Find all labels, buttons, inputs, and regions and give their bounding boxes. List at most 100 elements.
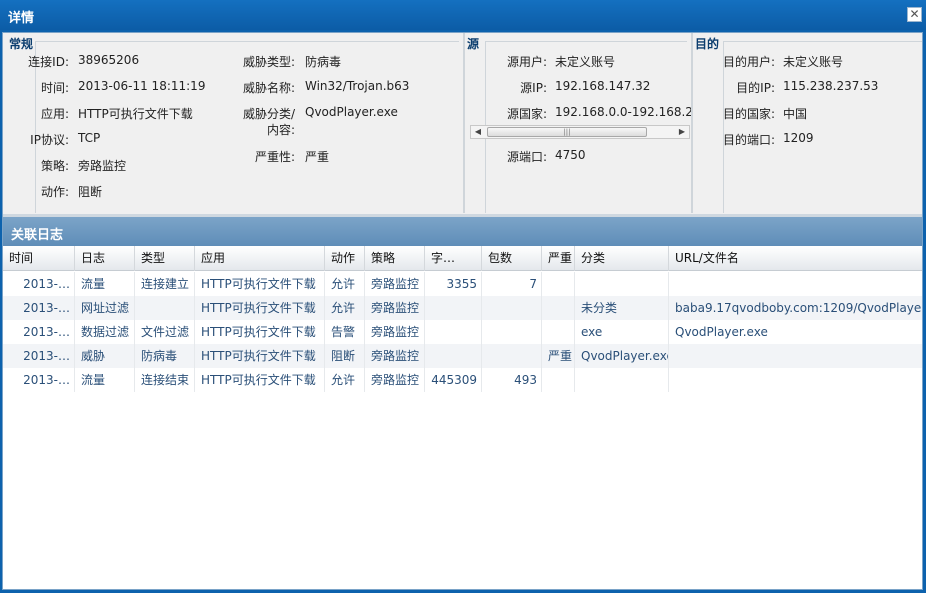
cell-type: 连接结束 xyxy=(135,368,195,392)
cell-bytes xyxy=(425,344,482,368)
field-value: 38965206 xyxy=(78,53,140,67)
field-value: HTTP可执行文件下载 xyxy=(78,107,193,121)
close-icon[interactable]: ✕ xyxy=(907,7,922,22)
cell-time: 2013-… xyxy=(3,296,75,320)
cell-time: 2013-… xyxy=(3,344,75,368)
cell-application: HTTP可执行文件下载 xyxy=(195,344,325,368)
cell-time: 2013-… xyxy=(3,320,75,344)
cell-bytes xyxy=(425,320,482,344)
field-label-line2: 内容: xyxy=(266,123,295,137)
content-area: 常规 连接ID: 38965206 时间: 2013-06-11 18:11:1… xyxy=(2,32,923,590)
cell-log: 流量 xyxy=(75,368,135,392)
related-log-header: 关联日志 xyxy=(3,214,922,246)
cell-url xyxy=(669,272,922,296)
cell-severity: 严重 xyxy=(542,344,575,368)
field-value: 192.168.147.32 xyxy=(555,79,651,93)
table-row[interactable]: 2013-… 数据过滤 文件过滤 HTTP可执行文件下载 告警 旁路监控 exe… xyxy=(3,320,922,344)
cell-time: 2013-… xyxy=(3,272,75,296)
cell-action: 允许 xyxy=(325,296,365,320)
field-source-country: 源国家: 192.168.0.0-192.168.255 xyxy=(465,105,691,123)
field-label: 目的国家: xyxy=(722,107,775,121)
table-row[interactable]: 2013-… 流量 连接建立 HTTP可执行文件下载 允许 旁路监控 3355 … xyxy=(3,272,922,296)
field-label: 目的用户: xyxy=(722,55,775,69)
cell-url xyxy=(669,344,922,368)
source-panel: 源 源用户: 未定义账号 源IP: 192.168.147.32 源国家: 19… xyxy=(465,33,693,213)
field-value: 防病毒 xyxy=(305,55,342,69)
related-log-title: 关联日志 xyxy=(11,228,64,243)
cell-type: 防病毒 xyxy=(135,344,195,368)
column-header-category[interactable]: 分类 xyxy=(575,246,669,271)
field-value: 2013-06-11 18:11:19 xyxy=(78,79,206,93)
column-header-log[interactable]: 日志 xyxy=(75,246,135,271)
cell-application: HTTP可执行文件下载 xyxy=(195,368,325,392)
general-panel: 常规 连接ID: 38965206 时间: 2013-06-11 18:11:1… xyxy=(3,33,465,213)
column-header-bytes[interactable]: 字… xyxy=(425,246,482,271)
cell-url xyxy=(669,368,922,392)
field-value: 阻断 xyxy=(78,185,103,199)
column-header-time[interactable]: 时间 xyxy=(3,246,75,271)
cell-bytes: 445309 xyxy=(425,368,482,392)
column-header-application[interactable]: 应用 xyxy=(195,246,325,271)
cell-policy: 旁路监控 xyxy=(365,368,425,392)
cell-type xyxy=(135,296,195,320)
cell-log: 数据过滤 xyxy=(75,320,135,344)
field-label: 源IP: xyxy=(520,81,547,95)
cell-log: 威胁 xyxy=(75,344,135,368)
field-value: 115.238.237.53 xyxy=(783,79,879,93)
field-label: 威胁名称: xyxy=(242,81,295,95)
cell-application: HTTP可执行文件下载 xyxy=(195,296,325,320)
destination-panel: 目的 目的用户: 未定义账号 目的IP: 115.238.237.53 目的国家… xyxy=(693,33,922,213)
table-row[interactable]: 2013-… 网址过滤 HTTP可执行文件下载 允许 旁路监控 未分类 baba… xyxy=(3,296,922,320)
field-value: 中国 xyxy=(783,107,808,121)
field-label: 源端口: xyxy=(506,150,547,164)
field-value: TCP xyxy=(78,131,101,145)
scroll-thumb[interactable]: ||| xyxy=(487,127,647,137)
field-label: 目的IP: xyxy=(736,81,775,95)
field-value: 1209 xyxy=(783,131,814,145)
field-value: 严重 xyxy=(305,150,330,164)
cell-packets: 493 xyxy=(482,368,542,392)
source-horizontal-scrollbar[interactable]: ◀ ||| ▶ xyxy=(470,125,690,139)
column-header-packets[interactable]: 包数 xyxy=(482,246,542,271)
cell-packets xyxy=(482,344,542,368)
field-value: Win32/Trojan.b63 xyxy=(305,79,410,93)
scroll-right-icon[interactable]: ▶ xyxy=(675,126,689,138)
cell-packets: 7 xyxy=(482,272,542,296)
cell-category xyxy=(575,368,669,392)
column-header-type[interactable]: 类型 xyxy=(135,246,195,271)
cell-action: 阻断 xyxy=(325,344,365,368)
field-value: 未定义账号 xyxy=(783,55,844,69)
field-label: 应用: xyxy=(40,107,69,121)
field-label: 连接ID: xyxy=(28,55,69,69)
column-header-severity[interactable]: 严重 xyxy=(542,246,575,271)
field-label: 时间: xyxy=(40,81,69,95)
field-label: IP协议: xyxy=(30,133,69,147)
column-header-url[interactable]: URL/文件名 xyxy=(669,246,922,271)
cell-bytes: 3355 xyxy=(425,272,482,296)
cell-severity xyxy=(542,368,575,392)
cell-log: 流量 xyxy=(75,272,135,296)
cell-policy: 旁路监控 xyxy=(365,344,425,368)
cell-action: 告警 xyxy=(325,320,365,344)
field-label: 威胁分类/ xyxy=(242,107,295,121)
cell-action: 允许 xyxy=(325,272,365,296)
cell-type: 连接建立 xyxy=(135,272,195,296)
field-label: 源国家: xyxy=(506,107,547,121)
cell-packets xyxy=(482,296,542,320)
column-header-action[interactable]: 动作 xyxy=(325,246,365,271)
field-label: 目的端口: xyxy=(722,133,775,147)
field-label: 策略: xyxy=(40,159,69,173)
cell-url: QvodPlayer.exe xyxy=(675,325,768,339)
field-value: QvodPlayer.exe xyxy=(305,105,398,119)
cell-application: HTTP可执行文件下载 xyxy=(195,272,325,296)
cell-severity xyxy=(542,320,575,344)
cell-application: HTTP可执行文件下载 xyxy=(195,320,325,344)
source-title: 源 xyxy=(467,37,480,51)
field-value: 未定义账号 xyxy=(555,55,616,69)
table-row[interactable]: 2013-… 威胁 防病毒 HTTP可执行文件下载 阻断 旁路监控 严重 Qvo… xyxy=(3,344,922,368)
scroll-left-icon[interactable]: ◀ xyxy=(471,126,485,138)
table-row[interactable]: 2013-… 流量 连接结束 HTTP可执行文件下载 允许 旁路监控 44530… xyxy=(3,368,922,392)
cell-action: 允许 xyxy=(325,368,365,392)
field-value: 4750 xyxy=(555,148,586,162)
column-header-policy[interactable]: 策略 xyxy=(365,246,425,271)
